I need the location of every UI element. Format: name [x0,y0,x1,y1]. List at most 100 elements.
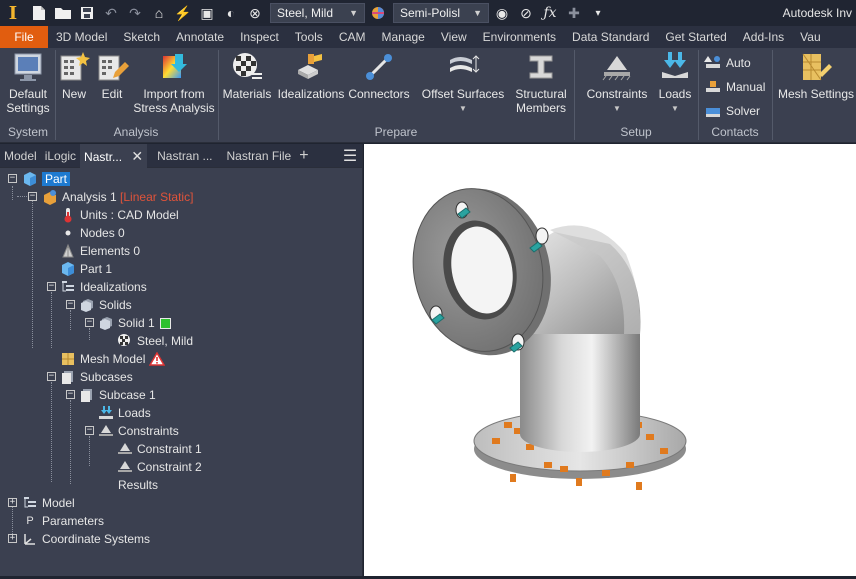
tree-node-model[interactable]: Model [22,494,75,512]
loads-button[interactable]: Loads ▼ [654,50,696,122]
open-folder-icon[interactable] [52,2,74,24]
tree-label-elements: Elements 0 [80,244,141,258]
browser-tab-model[interactable]: Model [0,144,41,168]
tree-node-mesh-model[interactable]: Mesh Model [60,350,166,368]
tree-node-coordinate-systems[interactable]: Coordinate Systems [22,530,150,548]
tree-node-constraints[interactable]: Constraints [98,422,179,440]
manual-contacts-button[interactable]: Manual [704,76,765,98]
browser-tab-nastran-file[interactable]: Nastran File [223,144,296,168]
offset-surfaces-button[interactable]: Offset Surfaces ▼ [420,50,506,122]
browser-tab-nastran-active[interactable]: Nastr... ✕ [80,143,148,168]
tab-get-started[interactable]: Get Started [657,26,734,48]
material-color-icon[interactable]: ◐ [220,2,242,24]
plus-icon[interactable]: ✚ [563,2,585,24]
results-spacer [98,477,114,493]
expand-toggle-subcase1[interactable]: − [66,390,75,399]
group-label-setup: Setup [620,125,652,139]
pipe-elbow-model[interactable] [364,144,856,576]
appearance-icon[interactable] [367,2,389,24]
select-mode-icon[interactable]: ▣ [196,2,218,24]
browser-tab-nastran-2[interactable]: Nastran ... [153,144,216,168]
graphics-viewport[interactable] [364,144,856,576]
tab-environments[interactable]: Environments [475,26,564,48]
model-tree-icon [24,497,36,508]
tree-node-loads[interactable]: Loads [98,404,151,422]
constraints-button[interactable]: Constraints ▼ [582,50,652,122]
expand-toggle-subcases[interactable]: − [47,372,56,381]
auto-contacts-button[interactable]: Auto [704,52,751,74]
group-divider [218,50,219,140]
tree-node-solids[interactable]: Solids [79,296,132,314]
tab-file[interactable]: File [0,26,48,48]
edit-analysis-button[interactable]: Edit [94,50,130,122]
tree-node-elements[interactable]: Elements 0 [60,242,140,260]
undo-icon[interactable]: ↶ [100,2,122,24]
tree-node-idealizations[interactable]: Idealizations [60,278,147,296]
tab-data-standard[interactable]: Data Standard [564,26,657,48]
expand-toggle-solids[interactable]: − [66,300,75,309]
browser-tab-ilogic[interactable]: iLogic [41,144,80,168]
home-icon[interactable]: ⌂ [148,2,170,24]
tree-node-subcases[interactable]: Subcases [60,368,133,386]
solver-contacts-button[interactable]: Solver [704,100,760,122]
expand-toggle-solid1[interactable]: − [85,318,94,327]
new-file-icon[interactable] [28,2,50,24]
expand-toggle-coordinate-systems[interactable]: + [8,534,17,543]
tree-node-material[interactable]: Steel, Mild [117,332,193,350]
tree-node-parameters[interactable]: P Parameters [22,512,104,530]
part-cube-icon [62,262,74,276]
tree-node-nodes[interactable]: Nodes 0 [60,224,125,242]
materials-button[interactable]: Materials [220,50,274,122]
tree-node-solid1[interactable]: Solid 1 [98,314,171,332]
parameters-fx-icon[interactable]: ƒx [539,2,561,24]
save-icon[interactable] [76,2,98,24]
tree-node-part1[interactable]: Part 1 [60,260,112,278]
tree-line [51,382,52,482]
redo-icon[interactable]: ↷ [124,2,146,24]
clear-appearance-icon[interactable]: ⊘ [515,2,537,24]
connectors-button[interactable]: Connectors [346,50,412,122]
loads-label: Loads [658,87,692,101]
tree-node-constraint2[interactable]: Constraint 2 [117,458,202,476]
default-settings-button[interactable]: Default Settings [2,50,54,122]
auto-label: Auto [726,56,751,70]
update-icon[interactable]: ⚡ [172,2,194,24]
structural-members-button[interactable]: Structural Members [510,50,572,122]
idealizations-button[interactable]: Idealizations [276,50,346,122]
tree-node-results[interactable]: Results [98,476,158,494]
tree-node-analysis[interactable]: Analysis 1 [Linear Static] [42,188,193,206]
adjust-appearance-icon[interactable]: ◉ [491,2,513,24]
tab-manage[interactable]: Manage [373,26,432,48]
tree-node-part[interactable]: Part [22,170,71,188]
expand-toggle-part[interactable]: − [8,174,17,183]
tab-sketch[interactable]: Sketch [115,26,168,48]
appearance-dropdown[interactable]: Semi-Polisl ▼ [393,3,489,23]
tab-inspect[interactable]: Inspect [232,26,287,48]
tree-node-subcase1[interactable]: Subcase 1 [79,386,156,404]
expand-toggle-idealizations[interactable]: − [47,282,56,291]
tab-3d-model[interactable]: 3D Model [48,26,115,48]
warning-icon [149,352,166,366]
mesh-settings-button[interactable]: Mesh Settings [776,50,856,122]
appearance-ball-icon[interactable]: ⊗ [244,2,266,24]
tab-add-ins[interactable]: Add-Ins [735,26,792,48]
tab-tools[interactable]: Tools [287,26,331,48]
idealizations-icon [298,54,322,79]
add-tab-icon[interactable]: + [295,147,312,165]
tree-node-units[interactable]: Units : CAD Model [60,206,179,224]
new-analysis-button[interactable]: New [56,50,92,122]
import-stress-analysis-button[interactable]: Import from Stress Analysis [132,50,216,122]
expand-toggle-model[interactable]: + [8,498,17,507]
tab-annotate[interactable]: Annotate [168,26,232,48]
expand-toggle-analysis[interactable]: − [28,192,37,201]
tab-vault[interactable]: Vau [792,26,828,48]
customize-chevron-icon[interactable]: ▾ [587,2,609,24]
inventor-logo-icon[interactable]: I [0,0,26,26]
tab-cam[interactable]: CAM [331,26,374,48]
material-dropdown[interactable]: Steel, Mild ▼ [270,3,365,23]
expand-toggle-constraints[interactable]: − [85,426,94,435]
hamburger-menu-icon[interactable]: ☰ [338,144,362,168]
close-icon[interactable]: ✕ [131,148,143,164]
tree-node-constraint1[interactable]: Constraint 1 [117,440,202,458]
tab-view[interactable]: View [433,26,475,48]
